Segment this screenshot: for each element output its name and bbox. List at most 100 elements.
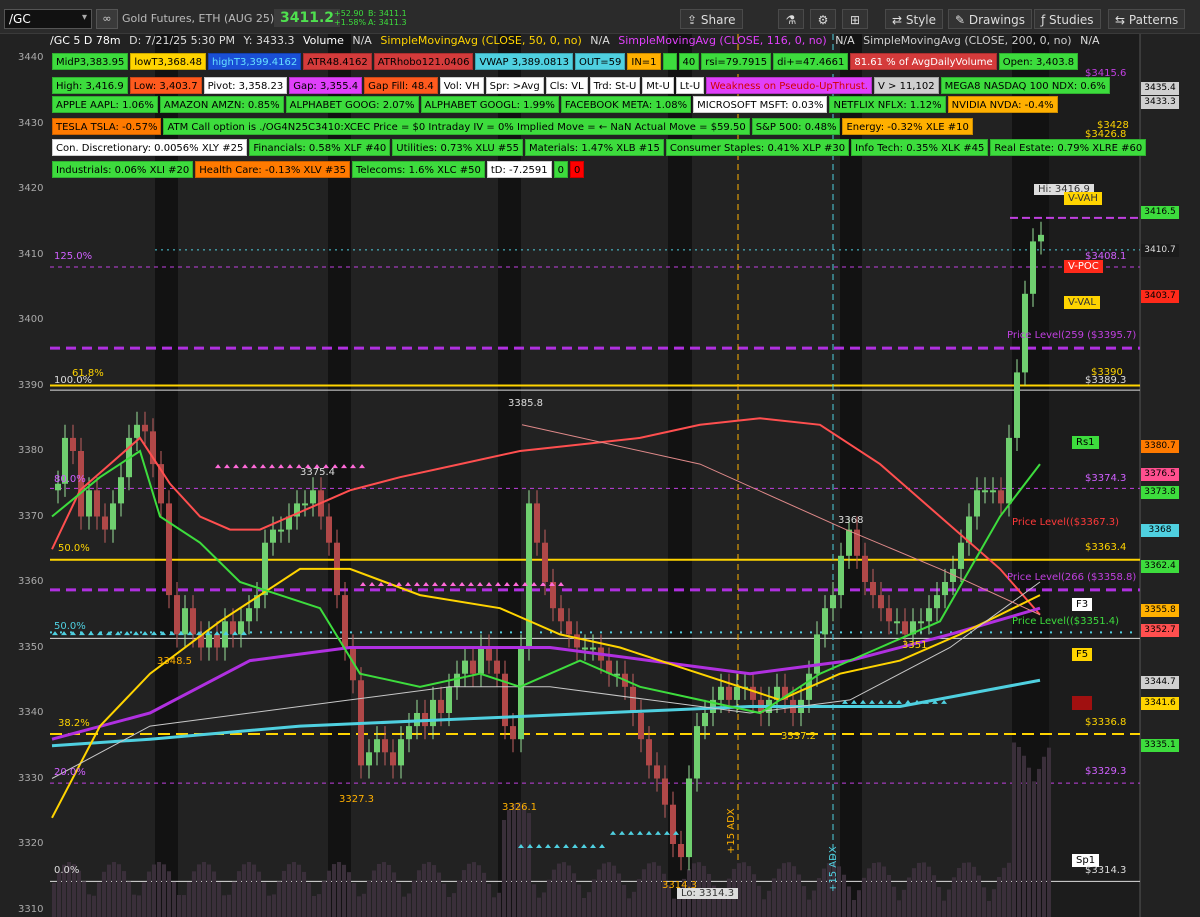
volume-bar	[202, 862, 206, 917]
session-band	[840, 34, 862, 917]
volume-bar	[952, 877, 956, 917]
volume-bar	[502, 819, 506, 917]
annotation-3327: 3327.3	[339, 794, 374, 805]
candle-body	[662, 778, 668, 805]
candle-body	[686, 778, 692, 858]
chart-area[interactable]: /GC 5 D 78m D: 7/21/25 5:30 PM Y: 3433.3…	[0, 34, 1200, 917]
study-badge: Industrials: 0.06% XLI #20	[52, 161, 194, 178]
volume-bar	[137, 895, 141, 917]
volume-bar	[852, 899, 856, 917]
volume-bar	[597, 869, 601, 917]
volume-bar	[1022, 755, 1026, 917]
patterns-button[interactable]: ⇆ Patterns	[1108, 9, 1186, 29]
style-button[interactable]: ⇄ Style	[885, 9, 944, 29]
level-33368: $3336.8	[1085, 717, 1127, 728]
volume-bar	[772, 878, 776, 917]
link-icon[interactable]: ∞	[96, 9, 118, 29]
signal-triangle	[590, 844, 596, 848]
candle-body	[190, 608, 196, 635]
symbol-input[interactable]: /GC ▾	[4, 9, 92, 29]
volume-bar	[387, 864, 391, 917]
volume-bar	[647, 863, 651, 917]
volume-bar	[567, 865, 571, 917]
level-3426: $3426.8	[1085, 129, 1127, 140]
y-axis-tick: 3350	[18, 641, 44, 653]
study-badge: Energy: -0.32% XLE #10	[842, 118, 973, 135]
study-badge: highT3,399.4162	[208, 53, 302, 70]
price-change: +52.90 +1.58%	[334, 9, 367, 27]
badge-row: Con. Discretionary: 0.0056% XLY #25 Finan…	[52, 139, 1147, 156]
signal-triangle	[646, 830, 652, 835]
candle-body	[582, 647, 588, 650]
v-val-label: V-VAL	[1064, 296, 1100, 309]
candle-body	[246, 608, 252, 622]
candle-body	[918, 621, 924, 624]
candle-body	[886, 608, 892, 622]
volume-bar	[547, 879, 551, 917]
study-badge: ATRhobo121.0406	[373, 53, 474, 70]
signal-triangle	[441, 582, 447, 586]
study-badge: Weakness on Pseudo-UpThrust.	[706, 77, 872, 94]
studies-button[interactable]: ƒ Studies	[1034, 9, 1101, 29]
volume-bar	[112, 862, 116, 917]
volume-bar	[642, 869, 646, 917]
annotation-3314: 3314.3	[662, 880, 697, 891]
candle-body	[822, 608, 828, 635]
signal-triangle	[396, 582, 402, 586]
candle-body	[70, 437, 76, 451]
volume-bar	[257, 871, 261, 917]
study-badge: IN=1	[627, 53, 661, 70]
ruler-icon[interactable]: ⊞	[842, 9, 868, 29]
level-3408: $3408.1	[1085, 251, 1127, 262]
study-badge: 40	[678, 53, 700, 70]
flask-icon[interactable]: ⚗	[778, 9, 804, 29]
volume-bar	[317, 894, 321, 917]
volume-bar	[432, 865, 436, 917]
candle-body	[998, 490, 1004, 504]
price-axis-label: 3403.7	[1141, 289, 1179, 303]
badge-row: APPLE AAPL: 1.06% AMAZON AMZN: 0.85% ALPHA…	[52, 96, 1058, 113]
volume-bar	[657, 865, 661, 917]
signal-triangle	[536, 844, 542, 848]
level-33634: $3363.4	[1085, 542, 1127, 553]
volume-bar	[607, 862, 611, 917]
study-badge: Materials: 1.47% XLB #15	[524, 139, 664, 156]
study-badge: Financials: 0.58% XLF #40	[249, 139, 391, 156]
symbol-value: /GC	[9, 12, 31, 26]
price-axis-label: 3376.5	[1141, 467, 1179, 481]
signal-triangle	[878, 699, 884, 704]
gear-icon[interactable]: ⚙	[810, 9, 836, 29]
y-axis-tick: 3370	[18, 510, 44, 522]
y-axis-tick: 3340	[18, 707, 44, 718]
signal-triangle	[88, 631, 94, 636]
marker-box	[1072, 696, 1092, 710]
volume-bar	[1042, 756, 1046, 917]
signal-triangle	[941, 699, 947, 704]
volume-bar	[437, 872, 441, 917]
volume-bar	[942, 900, 946, 917]
candle-body	[902, 621, 908, 635]
study-badge: Vol: VH	[439, 77, 484, 94]
volume-bar	[897, 900, 901, 917]
study-badge: Low: 3,403.7	[129, 77, 202, 94]
candle-body	[638, 713, 644, 740]
volume-bar	[177, 894, 181, 917]
volume-bar	[857, 890, 861, 917]
drawings-button[interactable]: ✎ Drawings	[948, 9, 1033, 29]
candle-body	[974, 490, 980, 517]
signal-triangle	[287, 464, 293, 469]
share-button[interactable]: ⇪ Share	[680, 9, 743, 29]
chevron-down-icon: ▾	[81, 12, 87, 23]
volume-bar	[357, 896, 361, 917]
volume-bar	[87, 894, 91, 917]
study-badge: Spr: >Avg	[485, 77, 544, 94]
candle-body	[118, 477, 124, 504]
volume-bar	[622, 884, 626, 917]
candle-body	[726, 686, 732, 700]
candle-body	[534, 503, 540, 543]
volume-bar	[212, 871, 216, 917]
candle-body	[654, 765, 660, 779]
fib-125: 125.0%	[54, 251, 93, 262]
volume-bar	[332, 864, 336, 917]
volume-bar	[882, 866, 886, 917]
